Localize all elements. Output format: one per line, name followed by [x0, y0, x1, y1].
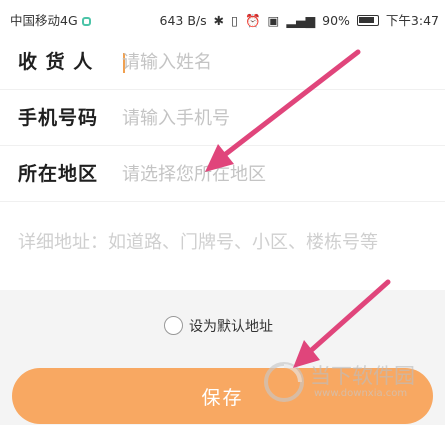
default-address-radio[interactable]: [164, 316, 183, 335]
phone-input[interactable]: [122, 104, 422, 132]
clock: 下午3:47: [385, 13, 439, 28]
default-address-label: 设为默认地址: [189, 318, 273, 335]
region-select[interactable]: [122, 160, 422, 188]
alarm-icon: ⏰: [244, 13, 261, 28]
detailed-address-input[interactable]: [18, 222, 428, 262]
status-bar: 中国移动4G 643 B/s ✱ ▯ ⏰ ▣ ▂▄▆ 90% 下午3:47: [0, 0, 445, 34]
bluetooth-icon: ✱: [213, 13, 225, 28]
vibrate-icon: ▯: [231, 13, 238, 28]
receiver-label: 收 货 人: [18, 51, 94, 73]
phone-row: 手机号码: [0, 90, 445, 146]
battery-icon: [356, 15, 379, 26]
watermark-logo-icon: [264, 362, 304, 402]
watermark-url: www.downxia.com: [314, 388, 408, 399]
network-speed: 643 B/s: [159, 13, 207, 28]
notification-icon: [81, 17, 91, 26]
status-left: 中国移动4G: [10, 10, 91, 29]
receiver-row: 收 货 人: [0, 34, 445, 90]
battery-percent: 90%: [322, 13, 350, 28]
watermark: 当下软件园 www.downxia.com: [262, 358, 442, 408]
watermark-name: 当下软件园: [310, 364, 415, 388]
default-address-toggle[interactable]: 设为默认地址: [164, 315, 273, 337]
region-label: 所在地区: [18, 163, 99, 185]
hd-icon: ▣: [267, 13, 280, 28]
carrier-label: 中国移动4G: [10, 13, 78, 28]
region-row[interactable]: 所在地区: [0, 146, 445, 202]
phone-label: 手机号码: [18, 107, 99, 129]
signal-icon: ▂▄▆: [286, 13, 316, 28]
status-right: 643 B/s ✱ ▯ ⏰ ▣ ▂▄▆ 90% 下午3:47: [157, 10, 440, 29]
receiver-name-input[interactable]: [122, 48, 422, 76]
